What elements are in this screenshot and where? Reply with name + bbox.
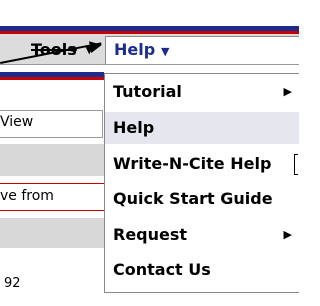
- menu-item-write-n-cite-help[interactable]: Write-N-Cite Help: [105, 148, 299, 180]
- triangle-down-icon: ▼: [161, 45, 170, 58]
- triangle-right-icon: ▶: [283, 85, 292, 98]
- menu-item-label: Request: [113, 225, 188, 244]
- menu-item-contact-us[interactable]: Contact Us: [105, 254, 299, 286]
- record-count: 92: [4, 276, 21, 291]
- help-menu[interactable]: Help ▼: [105, 36, 299, 64]
- page-red-band: [0, 77, 104, 80]
- save-from-text: ve from: [0, 188, 54, 204]
- menu-item-request[interactable]: Request ▶: [105, 219, 299, 251]
- menu-item-quick-start-guide[interactable]: Quick Start Guide: [105, 183, 299, 215]
- bracket-icon: [294, 154, 298, 175]
- menu-item-label: Contact Us: [113, 260, 211, 279]
- menu-item-tutorial[interactable]: Tutorial ▶: [105, 76, 299, 108]
- menu-item-label: Help: [113, 118, 155, 137]
- annotation-arrow-head: [88, 38, 104, 54]
- menu-item-help[interactable]: Help: [105, 112, 299, 144]
- menu-item-label: Tutorial: [113, 82, 182, 101]
- screenshot-stage: Tools ▼ Help ▼ View ve from 92 Tutorial …: [0, 0, 299, 306]
- gray-panel-bottom: [0, 218, 104, 248]
- triangle-right-icon: ▶: [283, 228, 292, 241]
- help-dropdown-menu: Tutorial ▶ Help Write-N-Cite Help Quick …: [104, 73, 299, 293]
- menu-item-label: Quick Start Guide: [113, 189, 273, 208]
- menu-item-label: Write-N-Cite Help: [113, 154, 272, 173]
- help-menu-label: Help: [114, 40, 156, 59]
- gray-panel-top: [0, 144, 104, 176]
- view-field-text: View: [0, 114, 34, 130]
